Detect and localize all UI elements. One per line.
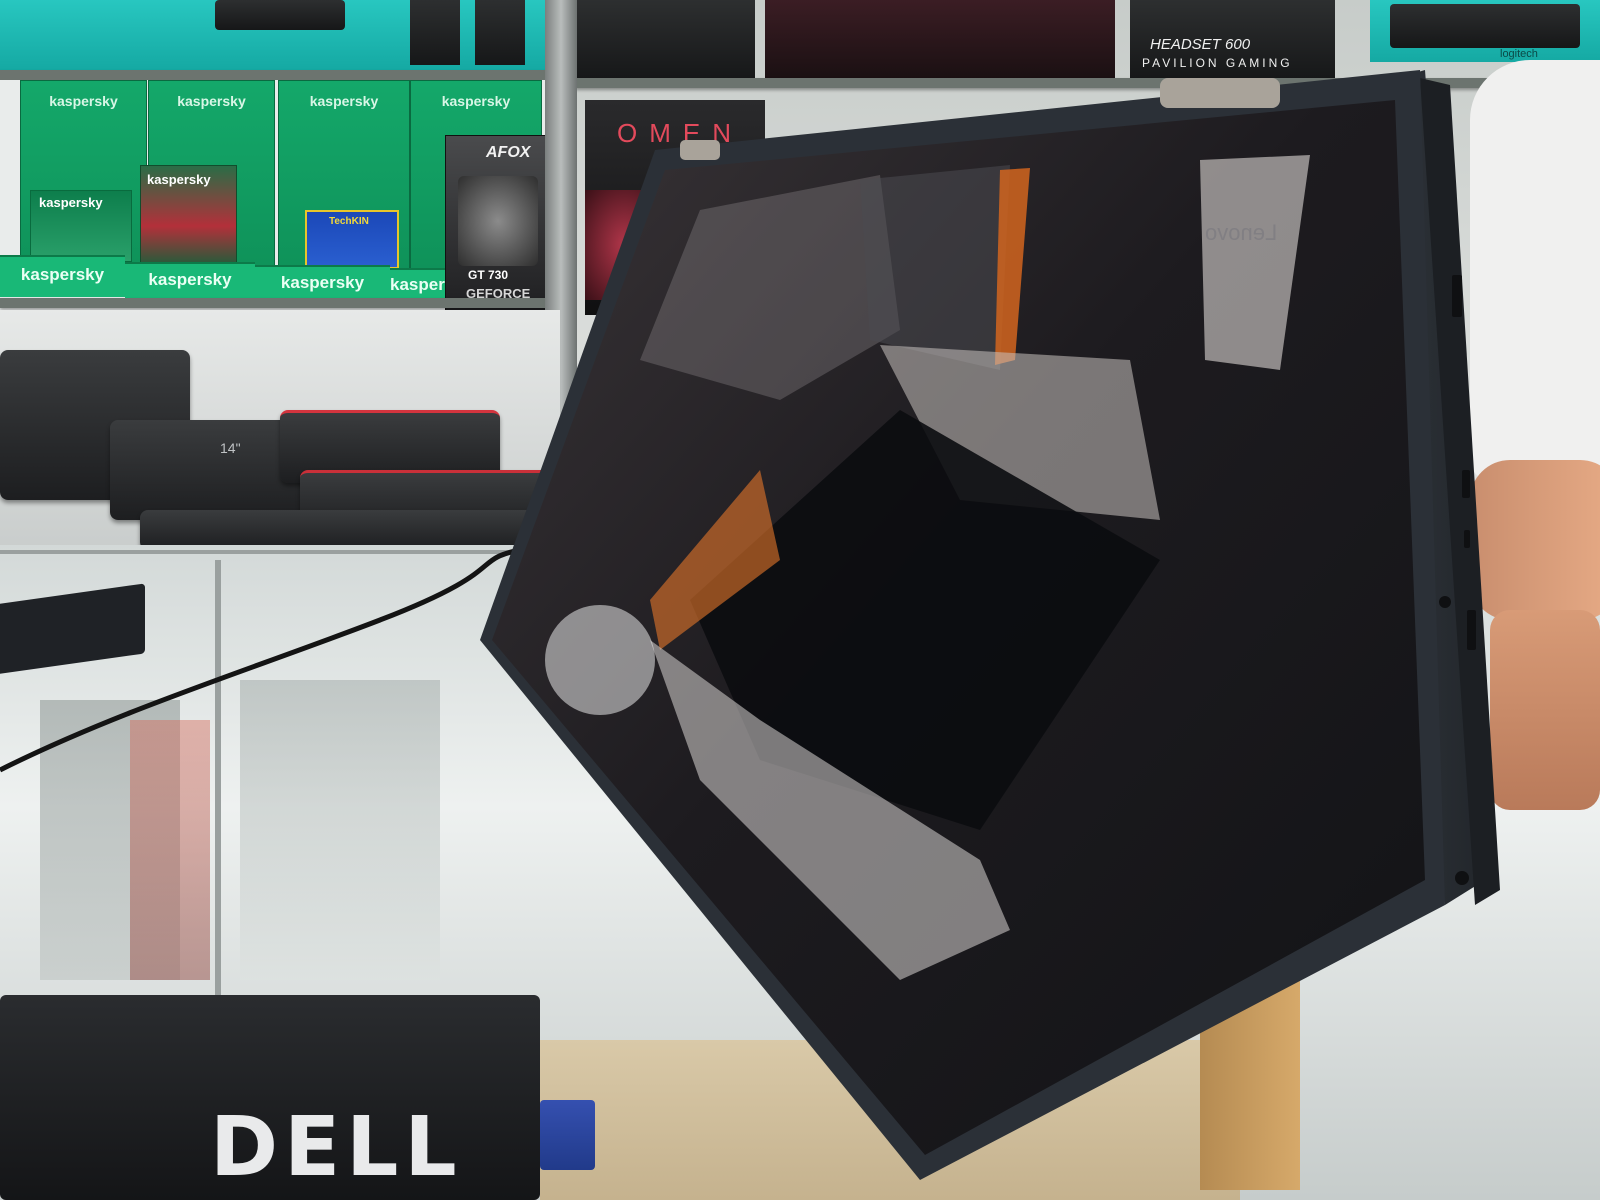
lenovo-reflection-label: Lenovo bbox=[1205, 220, 1278, 245]
lock-slot bbox=[1455, 871, 1469, 885]
small-port bbox=[1464, 530, 1470, 548]
usb-port-2 bbox=[1467, 610, 1476, 650]
screen-reflection-box bbox=[860, 165, 1010, 370]
usbc-port bbox=[1462, 470, 1470, 498]
laptop-hinge-right bbox=[1160, 78, 1280, 108]
screen-reflection-fan bbox=[545, 605, 655, 715]
usb-port-1 bbox=[1452, 275, 1462, 317]
audio-jack bbox=[1439, 596, 1451, 608]
laptop-hinge-left bbox=[680, 140, 720, 160]
photo-scene: HEADSET 600 PAVILION GAMING logitech kas… bbox=[0, 0, 1600, 1200]
convertible-laptop bbox=[480, 70, 1500, 1180]
